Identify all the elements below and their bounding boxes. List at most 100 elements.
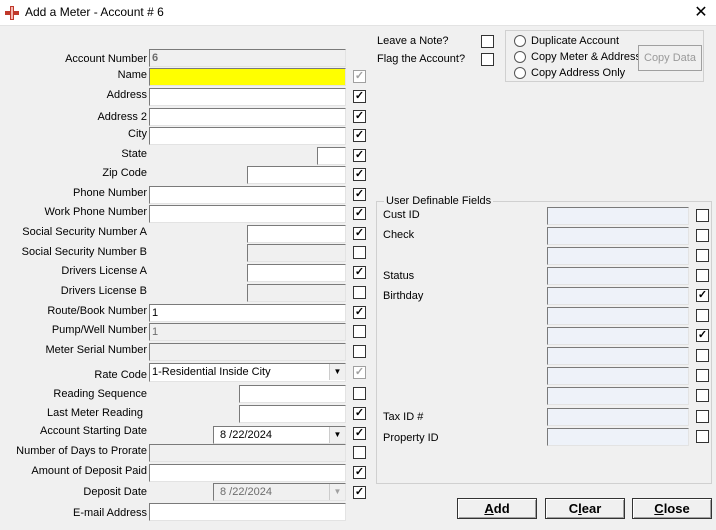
work-phone-checkbox[interactable]: ✓ xyxy=(353,207,366,220)
rate-code-value: 1-Residential Inside City xyxy=(152,366,271,378)
udf-input[interactable] xyxy=(547,267,689,285)
work-phone-input[interactable] xyxy=(149,205,346,223)
email-input[interactable] xyxy=(149,503,346,521)
calendar-dropdown-icon[interactable]: ▼ xyxy=(329,427,345,443)
udf-input[interactable] xyxy=(547,428,689,446)
udf-input[interactable] xyxy=(547,227,689,245)
label-start-date: Account Starting Date xyxy=(39,425,147,437)
account-number-field: 6 xyxy=(149,49,346,67)
start-date-checkbox[interactable]: ✓ xyxy=(353,427,366,440)
address2-input[interactable] xyxy=(149,108,346,126)
label-route-book: Route/Book Number xyxy=(47,305,147,317)
udf-input[interactable] xyxy=(547,327,689,345)
address-input[interactable] xyxy=(149,88,346,106)
add-button-text: dd xyxy=(493,501,510,516)
label-city: City xyxy=(128,128,147,140)
udf-checkbox[interactable] xyxy=(696,269,709,282)
zip-input[interactable] xyxy=(247,166,346,184)
udf-checkbox[interactable] xyxy=(696,309,709,322)
udf-checkbox[interactable] xyxy=(696,389,709,402)
ssn-b-input xyxy=(247,244,346,262)
meter-serial-checkbox[interactable] xyxy=(353,345,366,358)
zip-checkbox[interactable]: ✓ xyxy=(353,168,366,181)
rate-code-select[interactable]: 1-Residential Inside City ▼ xyxy=(149,363,346,382)
udf-label: Cust ID xyxy=(383,209,420,221)
udf-checkbox[interactable] xyxy=(696,349,709,362)
flag-account-checkbox[interactable] xyxy=(481,53,494,66)
udf-checkbox[interactable]: ✓ xyxy=(696,329,709,342)
deposit-amount-checkbox[interactable]: ✓ xyxy=(353,466,366,479)
copy-meter-address-label: Copy Meter & Address xyxy=(531,51,642,63)
city-input[interactable] xyxy=(149,127,346,145)
udf-input[interactable] xyxy=(547,287,689,305)
label-email: E-mail Address xyxy=(73,507,147,519)
route-book-checkbox[interactable]: ✓ xyxy=(353,306,366,319)
udf-input[interactable] xyxy=(547,207,689,225)
dl-a-checkbox[interactable]: ✓ xyxy=(353,266,366,279)
label-name: Name xyxy=(117,69,147,81)
label-state: State xyxy=(121,148,147,160)
radio-copy-address-only[interactable] xyxy=(514,67,526,79)
udf-input[interactable] xyxy=(547,408,689,426)
start-date-value: 8 /22/2024 xyxy=(220,429,272,441)
app-icon xyxy=(5,6,19,20)
udf-checkbox[interactable] xyxy=(696,369,709,382)
ssn-b-checkbox[interactable] xyxy=(353,246,366,259)
last-reading-checkbox[interactable]: ✓ xyxy=(353,407,366,420)
route-book-input[interactable]: 1 xyxy=(149,304,346,322)
duplicate-account-label: Duplicate Account xyxy=(531,35,620,47)
clear-button[interactable]: Clear xyxy=(545,498,625,519)
name-checkbox: ✓ xyxy=(353,70,366,83)
radio-copy-meter-address[interactable] xyxy=(514,51,526,63)
name-input[interactable] xyxy=(149,68,346,86)
label-account-number: Account Number xyxy=(65,53,147,65)
days-prorate-checkbox[interactable] xyxy=(353,446,366,459)
ssn-a-input[interactable] xyxy=(247,225,346,243)
udf-checkbox[interactable] xyxy=(696,430,709,443)
label-meter-serial: Meter Serial Number xyxy=(45,344,147,356)
leave-note-checkbox[interactable] xyxy=(481,35,494,48)
add-button[interactable]: Add xyxy=(457,498,537,519)
phone-input[interactable] xyxy=(149,186,346,204)
state-checkbox[interactable]: ✓ xyxy=(353,149,366,162)
reading-sequence-input[interactable] xyxy=(239,385,346,403)
address-checkbox[interactable]: ✓ xyxy=(353,90,366,103)
pump-well-input: 1 xyxy=(149,323,346,341)
udf-label: Check xyxy=(383,229,415,241)
udf-checkbox[interactable] xyxy=(696,229,709,242)
deposit-date-checkbox[interactable]: ✓ xyxy=(353,486,366,499)
deposit-amount-input[interactable] xyxy=(149,464,346,482)
close-button[interactable]: Close xyxy=(632,498,712,519)
udf-checkbox[interactable] xyxy=(696,410,709,423)
phone-checkbox[interactable]: ✓ xyxy=(353,188,366,201)
reading-sequence-checkbox[interactable] xyxy=(353,387,366,400)
city-checkbox[interactable]: ✓ xyxy=(353,129,366,142)
udf-checkbox[interactable] xyxy=(696,249,709,262)
ssn-a-checkbox[interactable]: ✓ xyxy=(353,227,366,240)
state-input[interactable] xyxy=(317,147,346,165)
meter-serial-input xyxy=(149,343,346,361)
last-reading-input[interactable] xyxy=(239,405,346,423)
label-work-phone: Work Phone Number xyxy=(44,206,147,218)
udf-input[interactable] xyxy=(547,347,689,365)
flag-account-label: Flag the Account? xyxy=(377,53,466,65)
udf-checkbox[interactable] xyxy=(696,209,709,222)
start-date-picker[interactable]: 8 /22/2024 ▼ xyxy=(213,426,346,444)
udf-input[interactable] xyxy=(547,247,689,265)
udf-group-title: User Definable Fields xyxy=(384,194,494,208)
close-button-text: lose xyxy=(663,501,690,516)
udf-checkbox[interactable]: ✓ xyxy=(696,289,709,302)
chevron-down-icon[interactable]: ▼ xyxy=(329,364,345,380)
label-reading-sequence: Reading Sequence xyxy=(53,388,147,400)
udf-input[interactable] xyxy=(547,367,689,385)
radio-duplicate-account[interactable] xyxy=(514,35,526,47)
address2-checkbox[interactable]: ✓ xyxy=(353,110,366,123)
dl-b-checkbox[interactable] xyxy=(353,286,366,299)
udf-input[interactable] xyxy=(547,387,689,405)
close-icon[interactable]: ✕ xyxy=(691,3,711,23)
pump-well-checkbox[interactable] xyxy=(353,325,366,338)
udf-label: Status xyxy=(383,270,415,282)
rate-code-checkbox: ✓ xyxy=(353,366,366,379)
udf-input[interactable] xyxy=(547,307,689,325)
dl-a-input[interactable] xyxy=(247,264,346,282)
